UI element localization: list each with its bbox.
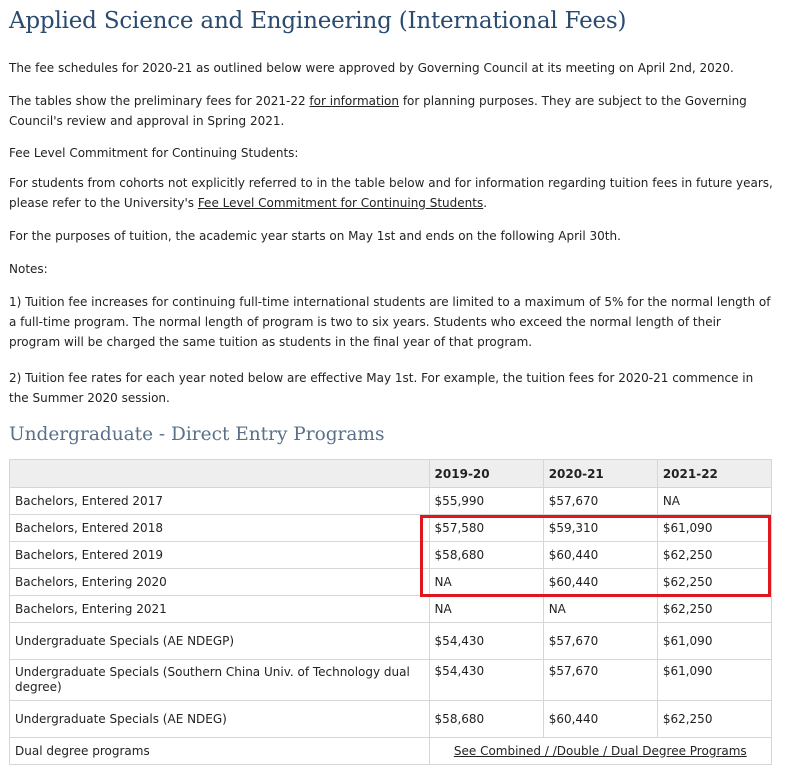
fee-cell: $61,090: [656, 622, 773, 660]
fee-cell: $58,680: [428, 700, 544, 738]
table-row: Bachelors, Entering 2021 NA NA $62,250: [9, 595, 773, 623]
column-header-2021-22: 2021-22: [656, 459, 773, 488]
program-cell: Bachelors, Entered 2018: [9, 514, 430, 542]
fee-cell: $59,310: [542, 514, 658, 542]
fee-cell: $58,680: [428, 541, 544, 569]
intro-cohorts-text-end: .: [483, 196, 488, 210]
fee-cell: $62,250: [656, 568, 773, 596]
intro-preliminary-text: The tables show the preliminary fees for…: [9, 91, 774, 131]
fee-level-commitment-link[interactable]: Fee Level Commitment for Continuing Stud…: [198, 196, 483, 210]
program-column-header: [9, 459, 430, 488]
program-cell: Dual degree programs: [9, 737, 430, 765]
program-cell: Bachelors, Entered 2019: [9, 541, 430, 569]
academic-year-text: For the purposes of tuition, the academi…: [9, 229, 621, 243]
table-row: Undergraduate Specials (AE NDEGP) $54,43…: [9, 622, 773, 660]
fee-cell: $62,250: [656, 541, 773, 569]
fee-cell: $57,670: [542, 487, 658, 515]
fee-cell: NA: [428, 595, 544, 623]
fee-cell: $61,090: [656, 514, 773, 542]
fee-cell: NA: [542, 595, 658, 623]
dual-degree-link-cell: See Combined / /Double / Dual Degree Pro…: [428, 737, 773, 765]
note-1-text: 1) Tuition fee increases for continuing …: [9, 295, 771, 349]
program-cell: Bachelors, Entering 2020: [9, 568, 430, 596]
program-cell: Undergraduate Specials (AE NDEGP): [9, 622, 430, 660]
fee-cell: $61,090: [656, 659, 773, 701]
section-title: Undergraduate - Direct Entry Programs: [9, 424, 385, 445]
fee-cell: $60,440: [542, 700, 658, 738]
table-row: Bachelors, Entered 2017 $55,990 $57,670 …: [9, 487, 773, 515]
intro-cohorts-text: For students from cohorts not explicitly…: [9, 173, 774, 213]
for-information-link[interactable]: for information: [309, 94, 399, 108]
table-header-row: 2019-20 2020-21 2021-22: [9, 459, 773, 488]
dual-degree-programs-link[interactable]: See Combined / /Double / Dual Degree Pro…: [454, 744, 747, 758]
fee-cell: $57,670: [542, 659, 658, 701]
fee-cell: $57,670: [542, 622, 658, 660]
page: Applied Science and Engineering (Interna…: [0, 0, 787, 765]
column-header-2020-21: 2020-21: [542, 459, 658, 488]
fee-cell: $62,250: [656, 595, 773, 623]
fee-cell: $60,440: [542, 568, 658, 596]
notes-label: Notes:: [9, 262, 48, 276]
fee-cell: $57,580: [428, 514, 544, 542]
page-title: Applied Science and Engineering (Interna…: [9, 8, 627, 34]
table-row: Dual degree programs See Combined / /Dou…: [9, 737, 773, 765]
note-2-text: 2) Tuition fee rates for each year noted…: [9, 371, 754, 405]
program-cell: Bachelors, Entering 2021: [9, 595, 430, 623]
intro-preliminary-text-start: The tables show the preliminary fees for…: [9, 94, 310, 108]
table-row: Undergraduate Specials (Southern China U…: [9, 659, 773, 701]
fee-commitment-heading: Fee Level Commitment for Continuing Stud…: [9, 146, 299, 160]
table-row: Undergraduate Specials (AE NDEG) $58,680…: [9, 700, 773, 738]
table-row: Bachelors, Entered 2019 $58,680 $60,440 …: [9, 541, 773, 569]
column-header-2019-20: 2019-20: [428, 459, 544, 488]
table-row: Bachelors, Entered 2018 $57,580 $59,310 …: [9, 514, 773, 542]
program-cell: Undergraduate Specials (Southern China U…: [9, 659, 430, 701]
table-row: Bachelors, Entering 2020 NA $60,440 $62,…: [9, 568, 773, 596]
fee-cell: $60,440: [542, 541, 658, 569]
program-cell: Undergraduate Specials (AE NDEG): [9, 700, 430, 738]
fee-cell: NA: [428, 568, 544, 596]
fees-table: 2019-20 2020-21 2021-22 Bachelors, Enter…: [9, 459, 773, 765]
fee-cell: NA: [656, 487, 773, 515]
fee-cell: $54,430: [428, 659, 544, 701]
fee-cell: $62,250: [656, 700, 773, 738]
fee-cell: $54,430: [428, 622, 544, 660]
program-cell: Bachelors, Entered 2017: [9, 487, 430, 515]
fee-cell: $55,990: [428, 487, 544, 515]
intro-approval-text: The fee schedules for 2020-21 as outline…: [9, 61, 734, 75]
